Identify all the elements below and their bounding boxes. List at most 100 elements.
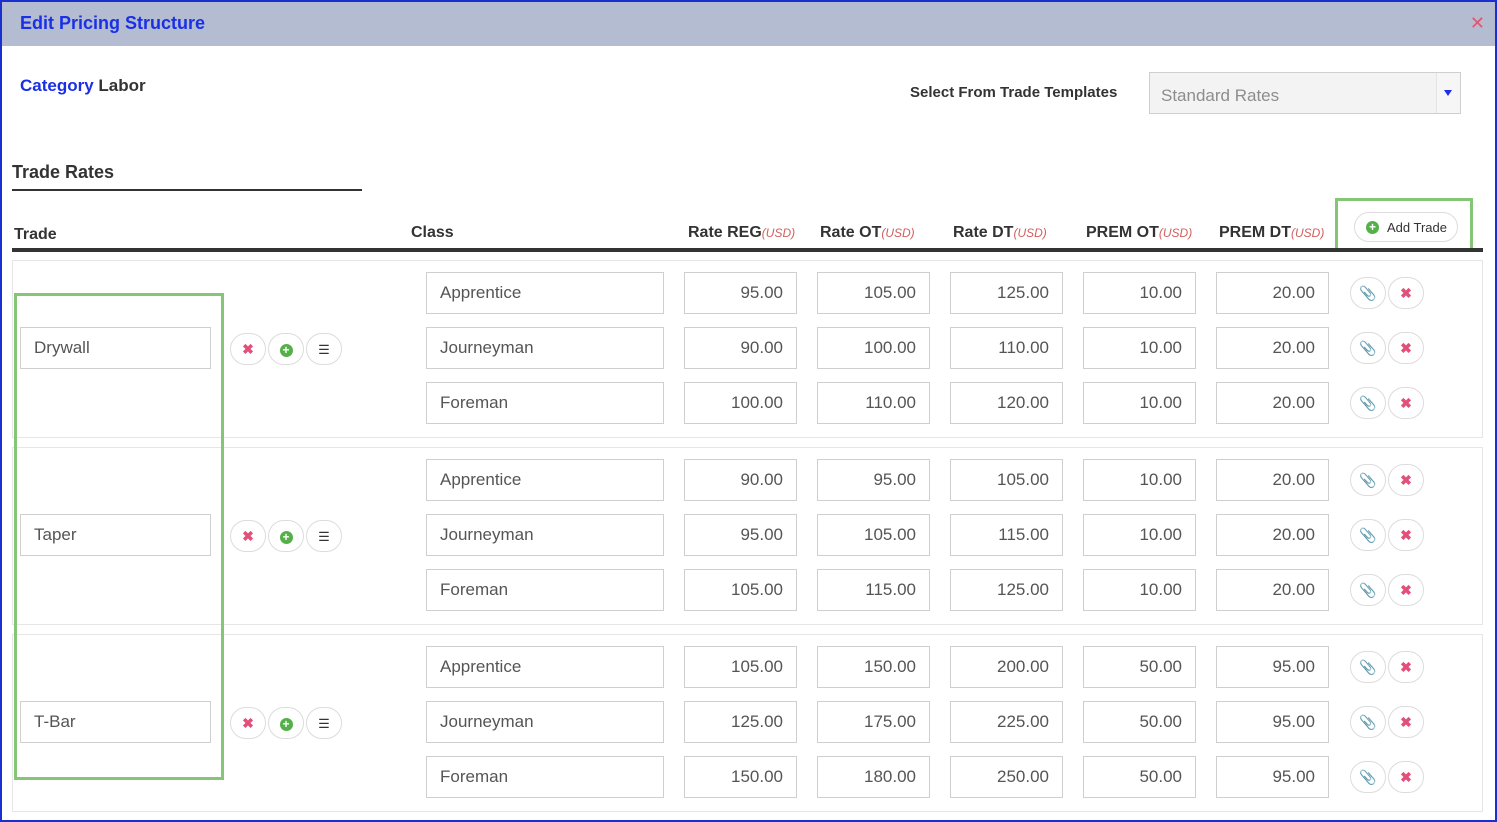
rate-dt-input[interactable]: 105.00: [950, 459, 1063, 501]
edit-class-button[interactable]: 📎: [1350, 387, 1386, 419]
rate-dt-input[interactable]: 110.00: [950, 327, 1063, 369]
prem-ot-input[interactable]: 50.00: [1083, 701, 1196, 743]
class-input[interactable]: Apprentice: [426, 459, 664, 501]
list-icon-wrap: ☰: [307, 715, 341, 732]
rate-ot-input[interactable]: 95.00: [817, 459, 930, 501]
paperclip-icon: 📎: [1359, 527, 1377, 543]
rate-dt-input[interactable]: 115.00: [950, 514, 1063, 556]
rate-reg-input[interactable]: 95.00: [684, 272, 797, 314]
edit-class-button[interactable]: 📎: [1350, 332, 1386, 364]
rate-dt-input[interactable]: 125.00: [950, 569, 1063, 611]
add-trade-button[interactable]: + Add Trade: [1354, 212, 1458, 242]
rate-reg-input[interactable]: 150.00: [684, 756, 797, 798]
remove-class-button[interactable]: ✖: [1388, 519, 1424, 551]
remove-class-button[interactable]: ✖: [1388, 464, 1424, 496]
paperclip-icon-wrap: 📎: [1351, 769, 1385, 785]
remove-icon-wrap: ✖: [1389, 285, 1423, 301]
col-header-class: Class: [411, 224, 454, 241]
prem-dt-input[interactable]: 20.00: [1216, 459, 1329, 501]
rate-reg-input[interactable]: 90.00: [684, 459, 797, 501]
prem-dt-input[interactable]: 20.00: [1216, 569, 1329, 611]
remove-icon: ✖: [242, 715, 254, 731]
prem-ot-input[interactable]: 10.00: [1083, 272, 1196, 314]
remove-class-button[interactable]: ✖: [1388, 574, 1424, 606]
prem-ot-input[interactable]: 10.00: [1083, 459, 1196, 501]
add-class-button[interactable]: +: [268, 333, 304, 365]
rate-dt-input[interactable]: 125.00: [950, 272, 1063, 314]
prem-dt-input[interactable]: 95.00: [1216, 756, 1329, 798]
class-input[interactable]: Apprentice: [426, 646, 664, 688]
class-input[interactable]: Journeyman: [426, 514, 664, 556]
trade-details-button[interactable]: ☰: [306, 707, 342, 739]
rate-reg-input[interactable]: 100.00: [684, 382, 797, 424]
rate-ot-input[interactable]: 100.00: [817, 327, 930, 369]
prem-dt-input[interactable]: 20.00: [1216, 514, 1329, 556]
dropdown-toggle[interactable]: [1436, 73, 1460, 113]
remove-class-button[interactable]: ✖: [1388, 332, 1424, 364]
rate-dt-input[interactable]: 200.00: [950, 646, 1063, 688]
remove-icon: ✖: [1400, 769, 1412, 785]
remove-trade-button[interactable]: ✖: [230, 520, 266, 552]
prem-ot-input[interactable]: 50.00: [1083, 756, 1196, 798]
close-icon[interactable]: ✕: [1470, 14, 1485, 32]
edit-class-button[interactable]: 📎: [1350, 761, 1386, 793]
prem-ot-input[interactable]: 50.00: [1083, 646, 1196, 688]
edit-class-button[interactable]: 📎: [1350, 651, 1386, 683]
rate-ot-input[interactable]: 105.00: [817, 272, 930, 314]
remove-class-button[interactable]: ✖: [1388, 651, 1424, 683]
prem-dt-input[interactable]: 95.00: [1216, 701, 1329, 743]
class-input[interactable]: Journeyman: [426, 327, 664, 369]
add-class-button[interactable]: +: [268, 520, 304, 552]
unit-label: (USD): [1291, 226, 1325, 240]
class-input[interactable]: Foreman: [426, 756, 664, 798]
edit-class-button[interactable]: 📎: [1350, 574, 1386, 606]
class-input[interactable]: Journeyman: [426, 701, 664, 743]
col-header-rate-ot: Rate OT(USD): [820, 224, 915, 242]
template-select[interactable]: Standard Rates: [1149, 72, 1461, 114]
prem-ot-input[interactable]: 10.00: [1083, 382, 1196, 424]
add-class-button[interactable]: +: [268, 707, 304, 739]
rate-reg-input[interactable]: 105.00: [684, 569, 797, 611]
rate-ot-input[interactable]: 105.00: [817, 514, 930, 556]
prem-ot-input[interactable]: 10.00: [1083, 514, 1196, 556]
remove-icon-wrap: ✖: [1389, 714, 1423, 730]
paperclip-icon: 📎: [1359, 582, 1377, 598]
class-input[interactable]: Foreman: [426, 382, 664, 424]
class-input[interactable]: Apprentice: [426, 272, 664, 314]
remove-class-button[interactable]: ✖: [1388, 761, 1424, 793]
rate-ot-input[interactable]: 175.00: [817, 701, 930, 743]
class-input[interactable]: Foreman: [426, 569, 664, 611]
paperclip-icon: 📎: [1359, 395, 1377, 411]
prem-ot-input[interactable]: 10.00: [1083, 327, 1196, 369]
edit-class-button[interactable]: 📎: [1350, 464, 1386, 496]
rate-reg-input[interactable]: 95.00: [684, 514, 797, 556]
prem-dt-input[interactable]: 20.00: [1216, 327, 1329, 369]
rate-ot-input[interactable]: 110.00: [817, 382, 930, 424]
rate-reg-input[interactable]: 105.00: [684, 646, 797, 688]
rate-reg-input[interactable]: 90.00: [684, 327, 797, 369]
edit-class-button[interactable]: 📎: [1350, 277, 1386, 309]
rate-ot-input[interactable]: 180.00: [817, 756, 930, 798]
prem-dt-input[interactable]: 20.00: [1216, 382, 1329, 424]
rate-dt-input[interactable]: 250.00: [950, 756, 1063, 798]
remove-trade-button[interactable]: ✖: [230, 333, 266, 365]
prem-dt-input[interactable]: 20.00: [1216, 272, 1329, 314]
rate-dt-input[interactable]: 225.00: [950, 701, 1063, 743]
rate-ot-input[interactable]: 115.00: [817, 569, 930, 611]
remove-icon: ✖: [1400, 285, 1412, 301]
remove-icon-wrap: ✖: [231, 341, 265, 357]
trade-details-button[interactable]: ☰: [306, 520, 342, 552]
remove-class-button[interactable]: ✖: [1388, 706, 1424, 738]
edit-class-button[interactable]: 📎: [1350, 519, 1386, 551]
rate-ot-input[interactable]: 150.00: [817, 646, 930, 688]
trade-details-button[interactable]: ☰: [306, 333, 342, 365]
rate-reg-input[interactable]: 125.00: [684, 701, 797, 743]
remove-class-button[interactable]: ✖: [1388, 387, 1424, 419]
remove-class-button[interactable]: ✖: [1388, 277, 1424, 309]
prem-ot-input[interactable]: 10.00: [1083, 569, 1196, 611]
col-header-trade: Trade: [14, 226, 57, 243]
prem-dt-input[interactable]: 95.00: [1216, 646, 1329, 688]
rate-dt-input[interactable]: 120.00: [950, 382, 1063, 424]
remove-trade-button[interactable]: ✖: [230, 707, 266, 739]
edit-class-button[interactable]: 📎: [1350, 706, 1386, 738]
